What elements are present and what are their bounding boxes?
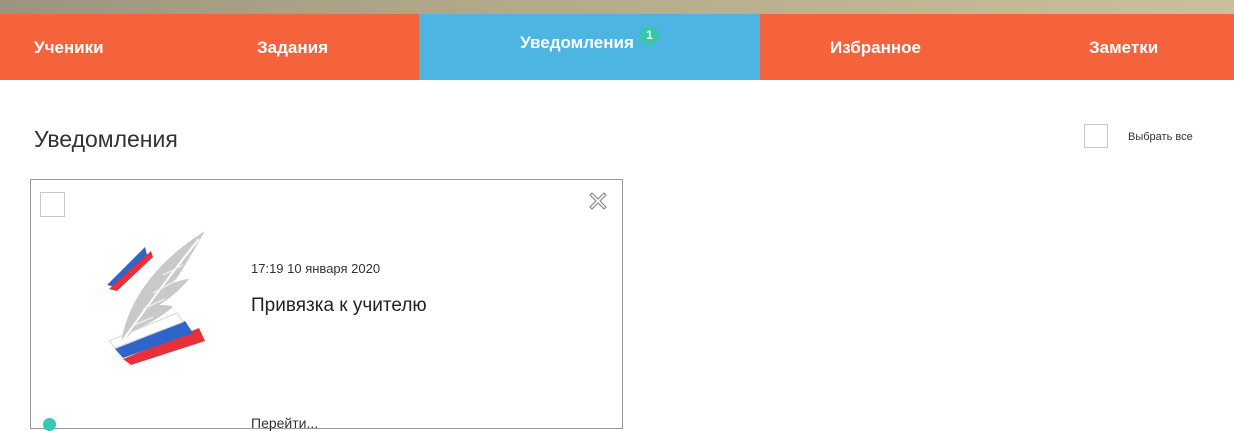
- notification-card[interactable]: 17:19 10 января 2020 Привязка к учителю …: [30, 179, 623, 431]
- select-all-checkbox[interactable]: [1084, 124, 1108, 148]
- tab-favorites-label: Избранное: [830, 38, 921, 57]
- quill-book-logo-icon: [107, 231, 205, 365]
- tab-notifications[interactable]: Уведомления 1: [419, 14, 760, 80]
- tab-notifications-label: Уведомления: [520, 33, 634, 52]
- tab-notes-label: Заметки: [1089, 38, 1159, 57]
- tab-notes[interactable]: Заметки: [1089, 14, 1158, 80]
- page-title: Уведомления: [34, 126, 178, 152]
- tab-assignments-label: Задания: [257, 38, 328, 57]
- notification-datetime: 17:19 10 января 2020: [251, 261, 381, 276]
- notification-count-badge: 1: [639, 26, 659, 45]
- notification-title: Привязка к учителю: [251, 295, 427, 316]
- main-nav: Ученики Задания Уведомления 1 Избранное З…: [0, 14, 1234, 80]
- top-border: [0, 0, 1234, 14]
- tab-students[interactable]: Ученики: [34, 14, 104, 80]
- close-icon[interactable]: [588, 191, 608, 211]
- tab-assignments[interactable]: Задания: [257, 14, 328, 80]
- unread-indicator: [43, 418, 56, 431]
- notification-checkbox[interactable]: [40, 192, 65, 217]
- tab-favorites[interactable]: Избранное: [830, 14, 921, 80]
- select-all-label[interactable]: Выбрать все: [1128, 131, 1193, 143]
- notification-open-link[interactable]: Перейти...: [251, 415, 318, 431]
- tab-students-label: Ученики: [34, 38, 104, 57]
